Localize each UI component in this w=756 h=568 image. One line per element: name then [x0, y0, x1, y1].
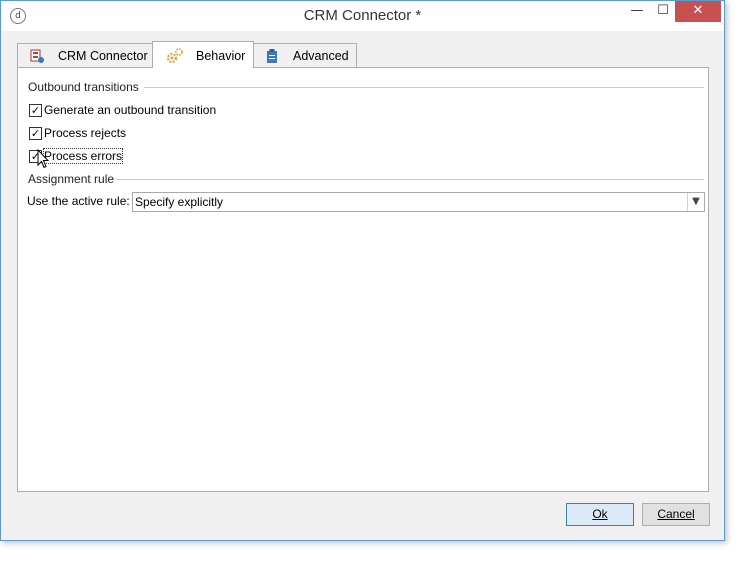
tab-crm-connector[interactable]: CRM Connector — [17, 43, 153, 67]
tab-crm-connector-label: CRM Connector — [58, 49, 148, 63]
gears-icon — [166, 47, 183, 64]
close-button[interactable]: ✕ — [675, 1, 721, 22]
process-rejects-checkbox[interactable]: ✓ — [29, 127, 42, 140]
maximize-button[interactable]: ☐ — [649, 1, 677, 22]
tab-advanced-label: Advanced — [293, 49, 349, 63]
crm-connector-icon — [29, 48, 45, 64]
clipboard-icon — [264, 48, 280, 64]
generate-outbound-label: Generate an outbound transition — [44, 103, 217, 117]
tab-behavior[interactable]: Behavior — [152, 41, 254, 68]
assignment-rule-heading: Assignment rule — [28, 172, 115, 186]
generate-outbound-checkbox[interactable]: ✓ — [29, 104, 42, 117]
ok-button[interactable]: Ok — [566, 503, 634, 526]
title-bar: d CRM Connector * — ☐ ✕ — [1, 1, 724, 31]
process-errors-label: Process errors — [42, 148, 124, 164]
behavior-panel: Outbound transitions ✓ Generate an outbo… — [17, 67, 709, 492]
cancel-button-label: Cancel — [657, 507, 695, 521]
crm-connector-dialog: d CRM Connector * — ☐ ✕ CRM Connector Be… — [0, 0, 725, 541]
cancel-button[interactable]: Cancel — [642, 503, 710, 526]
active-rule-value: Specify explicitly — [135, 195, 224, 209]
active-rule-select[interactable]: Specify explicitly ▼ — [132, 192, 705, 212]
tab-behavior-label: Behavior — [196, 49, 246, 63]
minimize-button[interactable]: — — [623, 1, 651, 22]
ok-button-label: Ok — [592, 507, 608, 521]
chevron-down-icon[interactable]: ▼ — [687, 193, 704, 211]
tab-advanced[interactable]: Advanced — [253, 43, 357, 67]
process-rejects-label: Process rejects — [44, 126, 127, 140]
outbound-transitions-heading: Outbound transitions — [28, 80, 139, 94]
outbound-divider — [144, 87, 704, 88]
active-rule-label: Use the active rule: — [27, 194, 130, 208]
assignment-divider — [116, 179, 704, 180]
window-title: CRM Connector * — [303, 7, 422, 24]
mouse-cursor-icon — [37, 149, 49, 169]
